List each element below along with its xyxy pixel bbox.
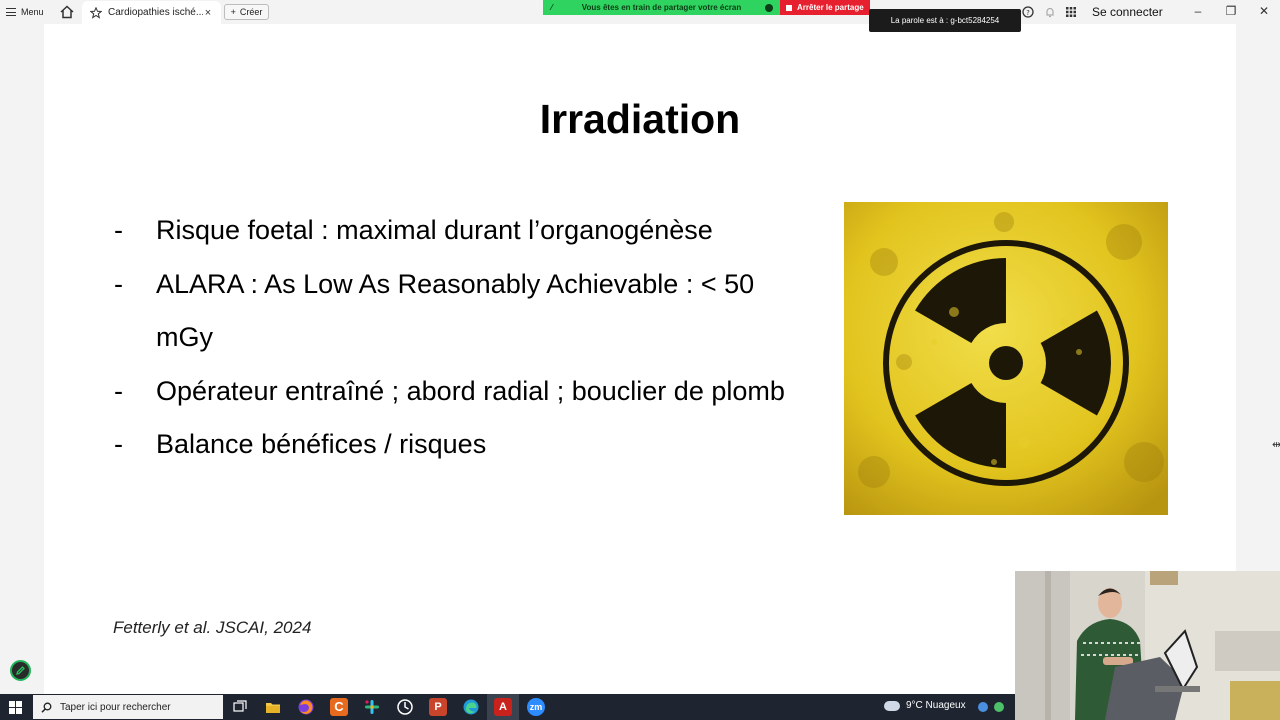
active-speaker-tooltip: La parole est à : g-bct5284254: [869, 9, 1021, 32]
svg-text:?: ?: [1026, 9, 1030, 17]
share-handle-icon[interactable]: ⁄: [551, 3, 552, 12]
bullet-text: Balance bénéfices / risques: [156, 429, 487, 459]
plus-icon: +: [230, 7, 236, 17]
create-label: Créer: [239, 7, 263, 17]
citation-text: Fetterly et al. JSCAI, 2024: [113, 618, 312, 637]
window-close-icon[interactable]: ✕: [1256, 4, 1272, 18]
apps-grid-icon[interactable]: [1065, 6, 1077, 18]
task-view-icon[interactable]: [231, 698, 249, 716]
help-icon[interactable]: ?: [1022, 6, 1034, 18]
weather-text: 9°C Nuageux: [906, 700, 966, 711]
edge-icon[interactable]: [462, 698, 480, 716]
restore-icon[interactable]: ❐: [1223, 4, 1239, 18]
bullet-dash: -: [114, 429, 123, 459]
firefox-icon[interactable]: [297, 698, 315, 716]
app-tool-icon[interactable]: [396, 698, 414, 716]
hamburger-icon: [6, 8, 16, 16]
bullet-dash: -: [114, 375, 123, 406]
stop-sharing-label: Arrêter le partage: [797, 3, 864, 12]
zoom-icon[interactable]: zm: [527, 698, 545, 716]
cloud-icon: [884, 700, 900, 711]
list-item: - Risque foetal : maximal durant l’organo…: [114, 204, 794, 258]
pencil-icon: [16, 666, 25, 675]
windows-start-icon[interactable]: [9, 701, 22, 714]
tab-close-icon[interactable]: ×: [203, 7, 213, 19]
menu-label: Menu: [21, 7, 44, 17]
stop-sharing-button[interactable]: Arrêter le partage: [780, 0, 870, 15]
list-item: - Opérateur entraîné ; abord radial ; bou…: [114, 365, 794, 419]
bullet-dash: -: [114, 268, 123, 299]
minimize-icon[interactable]: –: [1190, 4, 1206, 18]
annotate-button[interactable]: [10, 660, 31, 681]
taskbar-search-input[interactable]: Taper ici pour rechercher: [33, 695, 223, 719]
list-item: - Balance bénéfices / risques: [114, 418, 794, 472]
weather-widget[interactable]: 9°C Nuageux: [884, 700, 966, 711]
share-status-text: Vous êtes en train de partager votre écr…: [581, 3, 742, 12]
list-item: - ALARA : As Low As Reasonably Achievable…: [114, 258, 794, 365]
bullet-text: Opérateur entraîné ; abord radial ; bouc…: [156, 375, 785, 406]
slack-icon[interactable]: [363, 698, 381, 716]
tab-active[interactable]: Cardiopathies isché... ×: [82, 1, 221, 24]
c-app-icon[interactable]: C: [330, 698, 348, 716]
webcam-video-tile[interactable]: [1015, 571, 1280, 720]
stop-icon: [786, 4, 792, 11]
bell-icon[interactable]: [1044, 6, 1056, 18]
star-icon[interactable]: [90, 6, 102, 19]
tray-app-icon[interactable]: [994, 702, 1004, 712]
screen-share-banner: ⁄ Vous êtes en train de partager votre é…: [543, 0, 780, 15]
slide-title: Irradiation: [539, 96, 741, 142]
tab-title: Cardiopathies isché...: [108, 7, 203, 18]
browser-toolbar: Menu Cardiopathies isché... × + Créer ⁄ …: [0, 0, 1280, 24]
menu-button[interactable]: Menu: [6, 3, 44, 21]
acrobat-icon[interactable]: A: [494, 698, 512, 716]
tray-app-icon[interactable]: [978, 702, 988, 712]
search-placeholder: Taper ici pour rechercher: [60, 701, 171, 713]
file-explorer-icon[interactable]: [264, 698, 282, 716]
sign-in-link[interactable]: Se connecter: [1092, 5, 1163, 19]
powerpoint-icon[interactable]: P: [429, 698, 447, 716]
bullet-dash: -: [114, 215, 123, 245]
create-button[interactable]: + Créer: [224, 4, 269, 20]
active-speaker-text: La parole est à : g-bct5284254: [890, 16, 1000, 25]
home-icon[interactable]: [60, 5, 74, 19]
radiation-symbol-icon: [844, 202, 1168, 515]
bullet-text: ALARA : As Low As Reasonably Achievable …: [156, 268, 755, 353]
bullet-list: - Risque foetal : maximal durant l’organo…: [114, 204, 794, 472]
search-icon: [41, 702, 52, 713]
bullet-text: Risque foetal : maximal durant l’organog…: [156, 215, 713, 245]
shield-icon: [765, 3, 773, 12]
resize-cursor-icon: ⇹: [1272, 439, 1280, 451]
